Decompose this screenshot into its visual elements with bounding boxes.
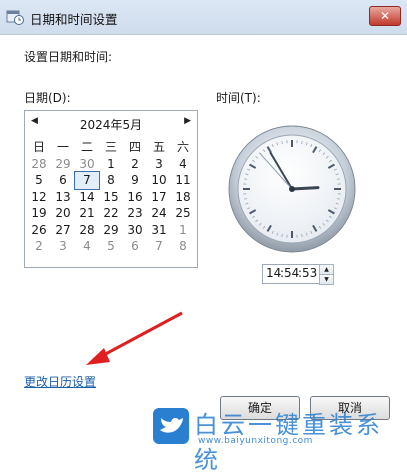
calendar-day[interactable]: 17 [147,189,171,206]
calendar-day[interactable]: 3 [147,156,171,173]
calendar-day[interactable]: 12 [27,189,51,206]
calendar-day[interactable]: 5 [99,238,123,255]
calendar-day[interactable]: 8 [99,172,123,189]
change-calendar-settings-link[interactable]: 更改日历设置 [24,373,96,390]
calendar-weekday: 四 [123,139,147,156]
watermark-bird-icon [153,408,189,444]
page-title: 设置日期和时间: [24,48,112,65]
calendar-day[interactable]: 18 [171,189,195,206]
calendar-day[interactable]: 6 [51,172,75,189]
window-title: 日期和时间设置 [30,9,118,28]
calendar-week-row: 12131415161718 [27,189,195,206]
calendar-month-label[interactable]: 2024年5月 [25,116,197,133]
date-label: 日期(D): [24,89,71,106]
dialog-body: 设置日期和时间: 日期(D): 时间(T): ◀ 2024年5月 ▶ 日一二三四… [0,35,407,447]
calendar-day[interactable]: 29 [99,222,123,239]
time-input[interactable]: 14 : 54 : 53 [262,264,320,284]
time-minute[interactable]: 54 [284,266,298,280]
next-month-icon[interactable]: ▶ [184,116,191,126]
calendar-day[interactable]: 19 [27,205,51,222]
calendar-day[interactable]: 21 [75,205,99,222]
calendar-weekday: 六 [171,139,195,156]
calendar-day[interactable]: 26 [27,222,51,239]
calendar-weekday: 五 [147,139,171,156]
calendar-weekday: 二 [75,139,99,156]
calendar-week-row: 567891011 [27,172,195,189]
calendar-day[interactable]: 25 [171,205,195,222]
calendar-week-row: 2627282930311 [27,222,195,239]
calendar-header: ◀ 2024年5月 ▶ [25,116,197,132]
calendar-day[interactable]: 8 [171,238,195,255]
calendar-day[interactable]: 29 [51,156,75,173]
stepper-down-icon[interactable]: ▼ [319,274,334,285]
close-icon: ✕ [380,9,390,23]
calendar-day[interactable]: 2 [27,238,51,255]
calendar-day[interactable]: 28 [27,156,51,173]
calendar-weekday-row: 日一二三四五六 [27,139,195,156]
calendar-day[interactable]: 23 [123,205,147,222]
time-stepper[interactable]: ▲ ▼ [319,264,332,284]
calendar-day[interactable]: 11 [171,172,195,189]
calendar-day[interactable]: 1 [99,156,123,173]
calendar-day[interactable]: 30 [123,222,147,239]
calendar-day[interactable]: 2 [123,156,147,173]
calendar-clock-icon [6,8,24,26]
calendar-day[interactable]: 16 [123,189,147,206]
calendar-weekday: 三 [99,139,123,156]
calendar-grid: 日一二三四五六282930123456789101112131415161718… [27,139,195,255]
calendar-week-row: 19202122232425 [27,205,195,222]
calendar-day[interactable]: 30 [75,156,99,173]
calendar[interactable]: ◀ 2024年5月 ▶ 日一二三四五六282930123456789101112… [24,110,198,268]
calendar-day[interactable]: 24 [147,205,171,222]
calendar-day[interactable]: 1 [171,222,195,239]
analog-clock [228,125,356,253]
calendar-day[interactable]: 15 [99,189,123,206]
calendar-day[interactable]: 9 [123,172,147,189]
calendar-day[interactable]: 4 [171,156,195,173]
calendar-day[interactable]: 14 [75,189,99,206]
calendar-day[interactable]: 13 [51,189,75,206]
calendar-day[interactable]: 27 [51,222,75,239]
close-button[interactable]: ✕ [369,6,401,26]
calendar-day[interactable]: 4 [75,238,99,255]
calendar-day[interactable]: 5 [27,172,51,189]
calendar-day[interactable]: 3 [51,238,75,255]
calendar-weekday: 一 [51,139,75,156]
title-bar: 日期和时间设置 ✕ [0,0,407,35]
calendar-day[interactable]: 10 [147,172,171,189]
calendar-day[interactable]: 7 [147,238,171,255]
watermark-url: www.baiyunxitong.com [198,436,313,446]
time-second[interactable]: 53 [302,266,316,280]
calendar-day[interactable]: 28 [75,222,99,239]
calendar-weekday: 日 [27,139,51,156]
calendar-day[interactable]: 22 [99,205,123,222]
calendar-day[interactable]: 6 [123,238,147,255]
time-label: 时间(T): [216,89,261,106]
calendar-week-row: 2345678 [27,238,195,255]
calendar-week-row: 2829301234 [27,156,195,173]
time-hour[interactable]: 14 [266,266,280,280]
calendar-day[interactable]: 20 [51,205,75,222]
calendar-day-selected[interactable]: 7 [75,172,99,189]
calendar-day[interactable]: 31 [147,222,171,239]
